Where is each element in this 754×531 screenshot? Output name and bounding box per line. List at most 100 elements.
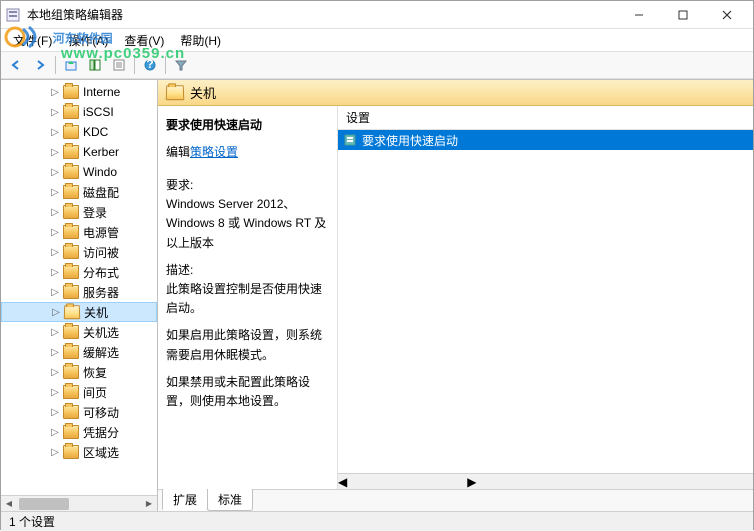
list-hscrollbar[interactable]: ◀ ▶ (338, 473, 753, 489)
tree-item-label: Kerber (83, 145, 119, 159)
tree-item[interactable]: ▷ Interne (1, 82, 157, 102)
expand-icon[interactable]: ▷ (49, 246, 61, 258)
expand-icon[interactable]: ▷ (50, 306, 62, 318)
expand-icon[interactable]: ▷ (49, 386, 61, 398)
description-text: 此策略设置控制是否使用快速启动。 (166, 280, 329, 318)
menu-action[interactable]: 操作(A) (60, 30, 116, 51)
tree-item[interactable]: ▷ 恢复 (1, 362, 157, 382)
tree-item-label: 磁盘配 (83, 184, 119, 201)
menubar: 文件(F) 操作(A) 查看(V) 帮助(H) (1, 29, 753, 51)
menu-help[interactable]: 帮助(H) (172, 30, 229, 51)
tree-item[interactable]: ▷凭据分 (1, 422, 157, 442)
setting-icon (342, 132, 358, 148)
tree-item-label: 关机 (84, 304, 108, 321)
folder-open-icon (166, 85, 185, 100)
description-label: 描述: (166, 261, 329, 280)
scroll-right-icon[interactable]: ▶ (141, 496, 157, 512)
tree-item[interactable]: ▷间页 (1, 382, 157, 402)
toolbar: ? (1, 51, 753, 79)
tree-item-label: 缓解选 (83, 344, 119, 361)
tree-item[interactable]: ▷ 关机选 (1, 322, 157, 342)
status-text: 1 个设置 (9, 513, 55, 530)
tree-item[interactable]: ▷ 缓解选 (1, 342, 157, 362)
properties-button[interactable] (108, 54, 130, 76)
folder-closed-icon (63, 325, 79, 339)
tree-item[interactable]: ▷ 磁盘配 (1, 182, 157, 202)
expand-icon[interactable]: ▷ (49, 186, 61, 198)
folder-closed-icon (63, 405, 79, 419)
tree-item[interactable]: ▷iSCSI (1, 102, 157, 122)
expand-icon[interactable]: ▷ (49, 326, 61, 338)
expand-icon[interactable]: ▷ (49, 366, 61, 378)
list-header[interactable]: 设置 (338, 106, 753, 130)
menu-file[interactable]: 文件(F) (5, 30, 60, 51)
folder-closed-icon (63, 265, 79, 279)
edit-policy-link[interactable]: 策略设置 (190, 145, 238, 159)
maximize-button[interactable] (661, 1, 705, 29)
edit-line: 编辑策略设置 (166, 143, 329, 160)
tree-item[interactable]: ▷登录 (1, 202, 157, 222)
tree-item-label: 关机选 (83, 324, 119, 341)
app-icon (5, 7, 21, 23)
edit-prefix: 编辑 (166, 145, 190, 159)
tree-scroll[interactable]: ▷Interne▷iSCSI▷KDC▷Kerber▷Windo▷磁盘配▷登录▷电… (1, 80, 157, 496)
help-button[interactable]: ? (139, 54, 161, 76)
scroll-track[interactable] (17, 496, 141, 512)
toolbar-separator (55, 56, 56, 74)
expand-icon[interactable]: ▷ (49, 426, 61, 438)
tree-hscrollbar[interactable]: ◀ ▶ (1, 495, 157, 511)
window-title: 本地组策略编辑器 (27, 6, 617, 23)
tree-item[interactable]: ▷KDC (1, 122, 157, 142)
tree-item[interactable]: ▷分布式 (1, 262, 157, 282)
folder-open-icon (64, 305, 81, 319)
tree-item[interactable]: ▷ Kerber (1, 142, 157, 162)
scroll-left-icon[interactable]: ◀ (1, 496, 17, 512)
folder-closed-icon (63, 225, 79, 239)
menu-view[interactable]: 查看(V) (116, 30, 172, 51)
tab-extended[interactable]: 扩展 (162, 489, 208, 511)
expand-icon[interactable]: ▷ (49, 86, 61, 98)
folder-closed-icon (63, 205, 79, 219)
requirements-label: 要求: (166, 176, 329, 195)
tree-item[interactable]: ▷ 电源管 (1, 222, 157, 242)
expand-icon[interactable]: ▷ (49, 126, 61, 138)
description-para1: 如果启用此策略设置，则系统需要启用休眠模式。 (166, 326, 329, 364)
folder-closed-icon (63, 125, 79, 139)
expand-icon[interactable]: ▷ (49, 346, 61, 358)
tree-item-label: 电源管 (83, 224, 119, 241)
expand-icon[interactable]: ▷ (49, 106, 61, 118)
folder-closed-icon (63, 345, 79, 359)
minimize-button[interactable] (617, 1, 661, 29)
expand-icon[interactable]: ▷ (49, 286, 61, 298)
tree-item[interactable]: ▷Windo (1, 162, 157, 182)
scroll-left-icon[interactable]: ◀ (338, 475, 347, 489)
back-button[interactable] (5, 54, 27, 76)
tab-standard[interactable]: 标准 (207, 489, 253, 511)
close-button[interactable] (705, 1, 749, 29)
tree-item[interactable]: ▷访问被 (1, 242, 157, 262)
tree-item-label: Interne (83, 85, 120, 99)
tree-item[interactable]: ▷ 可移动 (1, 402, 157, 422)
tree-item[interactable]: ▷服务器 (1, 282, 157, 302)
up-button[interactable] (60, 54, 82, 76)
expand-icon[interactable]: ▷ (49, 146, 61, 158)
expand-icon[interactable]: ▷ (49, 166, 61, 178)
tree-item-label: 恢复 (83, 364, 107, 381)
expand-icon[interactable]: ▷ (49, 226, 61, 238)
list-row[interactable]: 要求使用快速启动 (338, 130, 753, 150)
expand-icon[interactable]: ▷ (49, 266, 61, 278)
scroll-right-icon[interactable]: ▶ (467, 475, 476, 489)
forward-button[interactable] (29, 54, 51, 76)
tree-item[interactable]: ▷ 关机 (1, 302, 157, 322)
list-col-setting: 设置 (346, 109, 370, 126)
scroll-thumb[interactable] (19, 498, 69, 510)
expand-icon[interactable]: ▷ (49, 406, 61, 418)
show-hide-tree-button[interactable] (84, 54, 106, 76)
expand-icon[interactable]: ▷ (49, 446, 61, 458)
toolbar-separator (134, 56, 135, 74)
filter-button[interactable] (170, 54, 192, 76)
tree-item[interactable]: ▷ 区域选 (1, 442, 157, 462)
expand-icon[interactable]: ▷ (49, 206, 61, 218)
tree-item-label: 区域选 (83, 444, 119, 461)
tree-item-label: 可移动 (83, 404, 119, 421)
